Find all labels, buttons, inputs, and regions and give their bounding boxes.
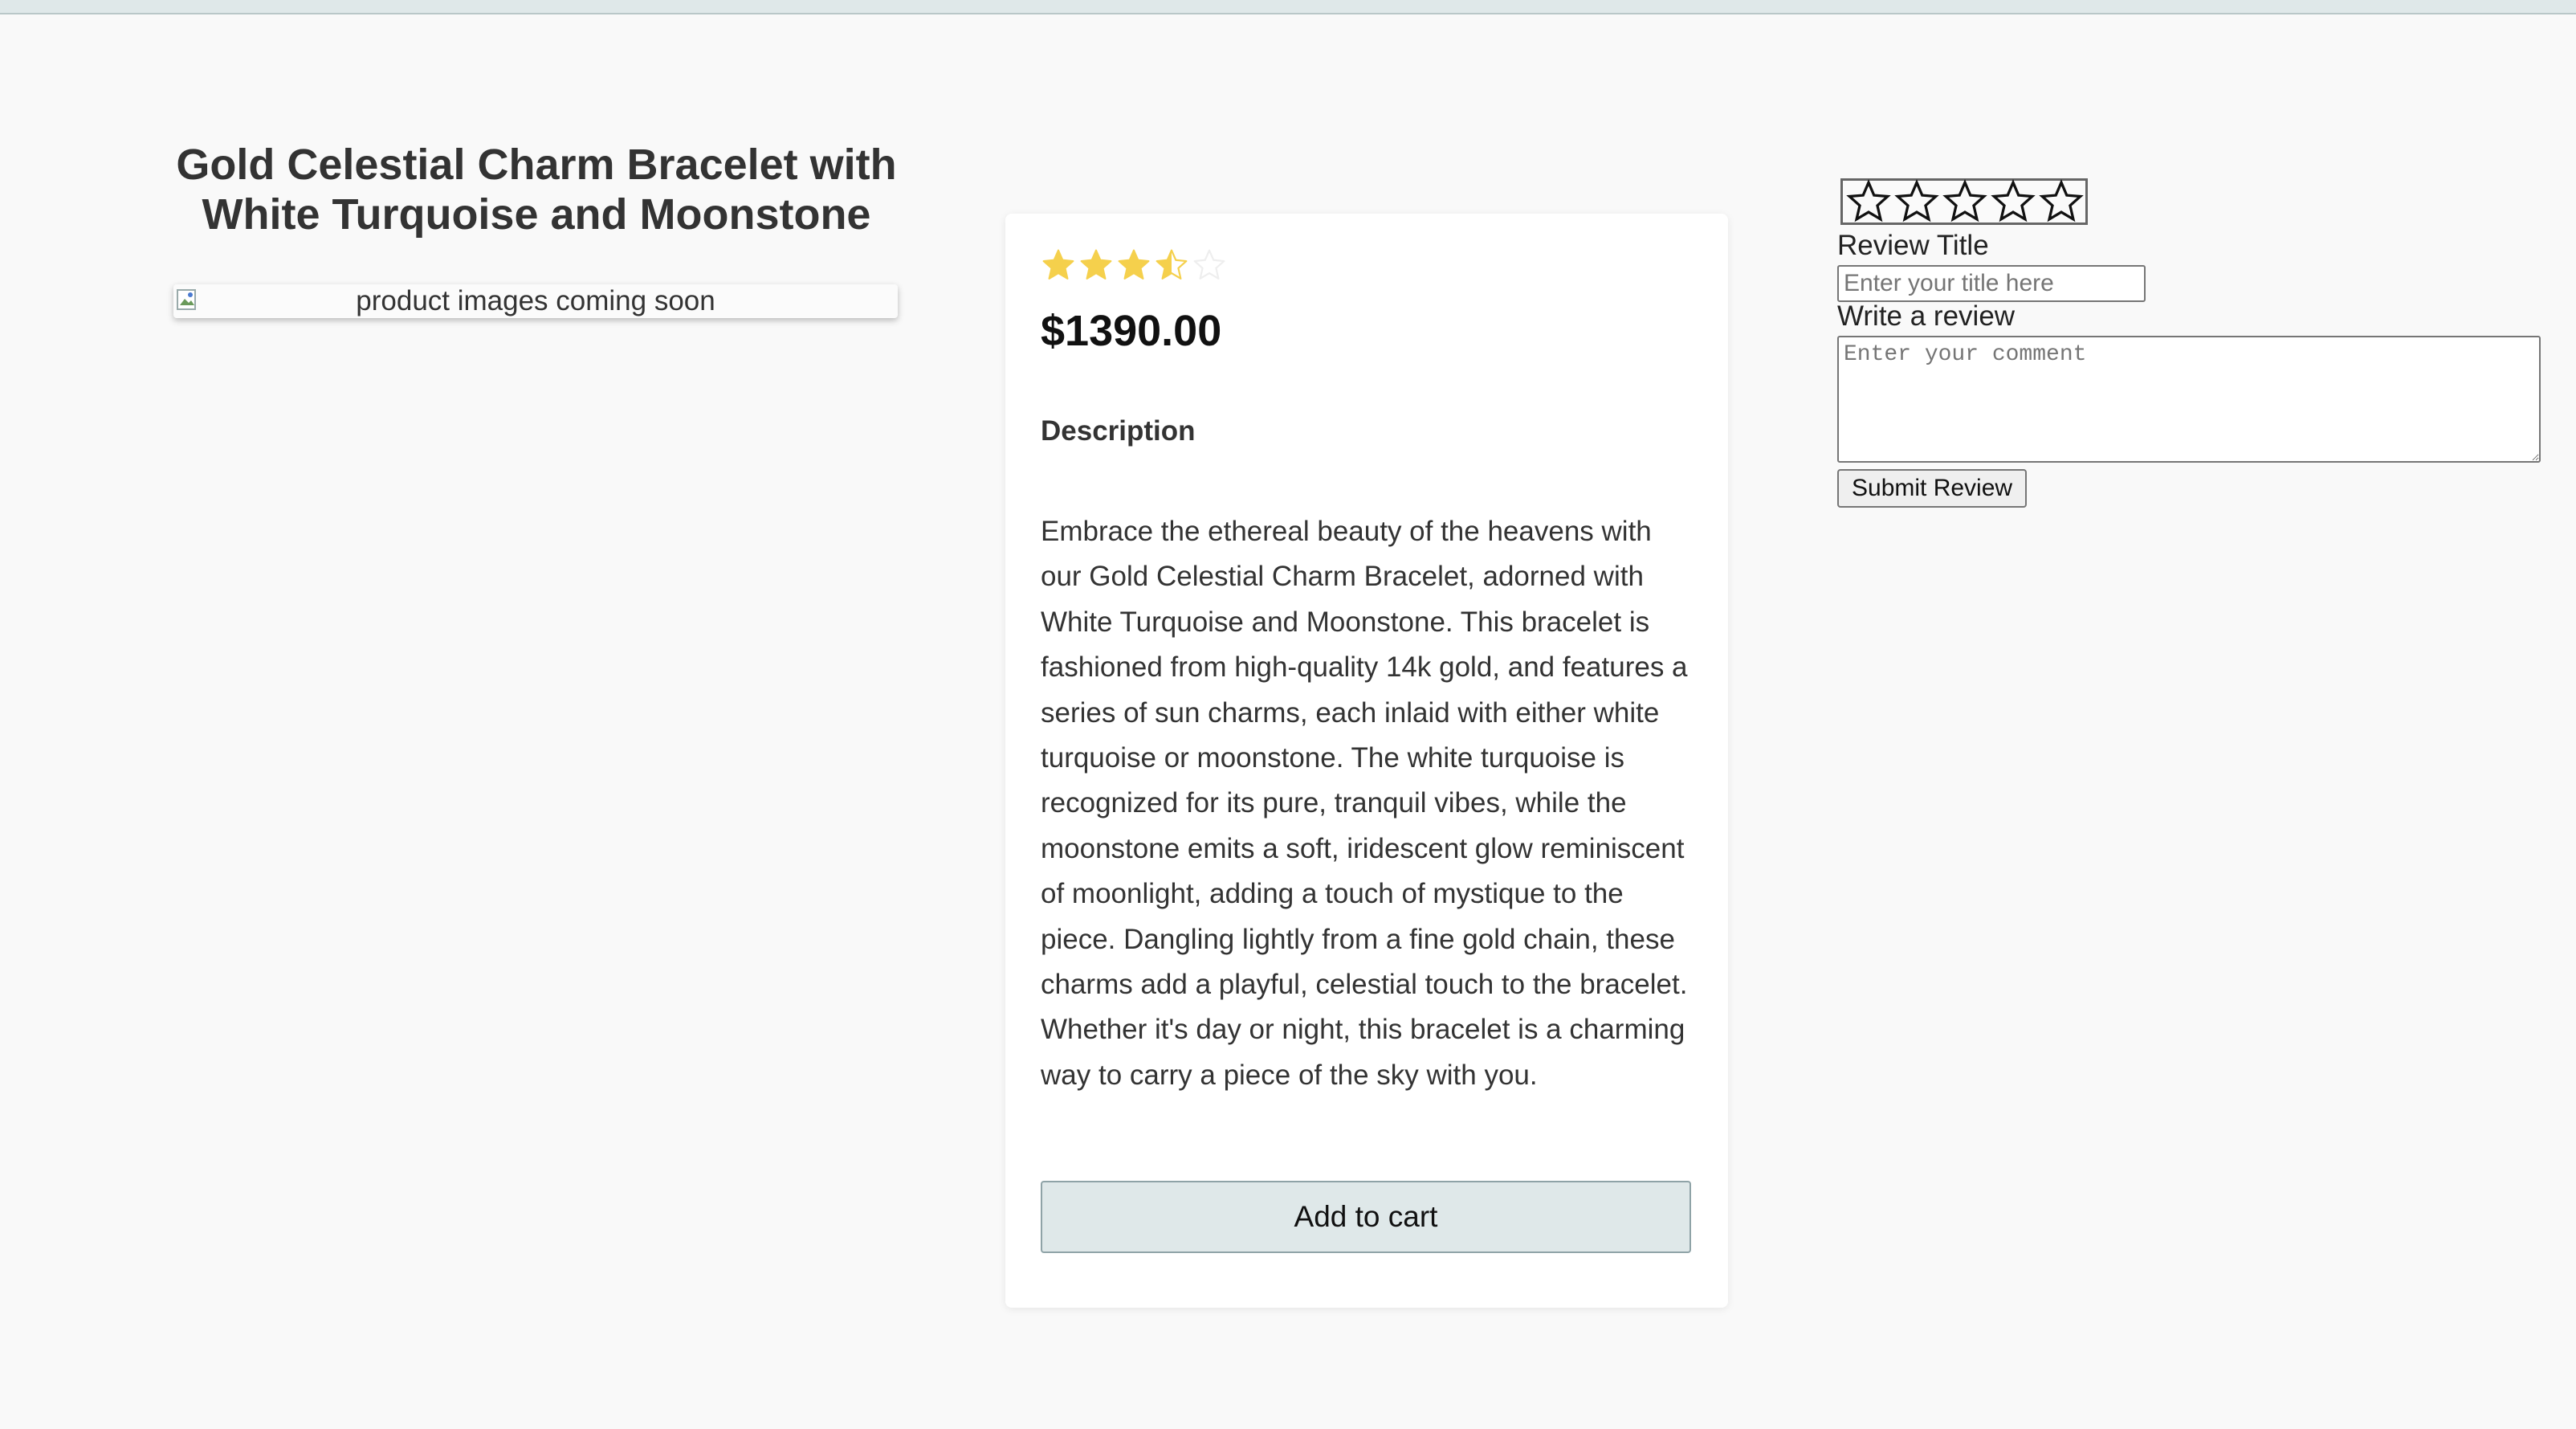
star-full-icon — [1080, 249, 1112, 280]
star-full-icon — [1118, 249, 1150, 280]
star-full-icon — [1042, 249, 1074, 280]
description-heading: Description — [1041, 415, 1196, 447]
rate-star-4[interactable] — [1989, 178, 2037, 225]
submit-review-button[interactable]: Submit Review — [1837, 469, 2028, 508]
star-outline-icon — [1846, 179, 1891, 223]
description-text: Embrace the ethereal beauty of the heave… — [1041, 516, 1688, 1091]
rate-star-5[interactable] — [2037, 178, 2085, 225]
rate-star-2[interactable] — [1893, 178, 1941, 225]
review-title-label: Review Title — [1837, 230, 1989, 261]
add-to-cart-button[interactable]: Add to cart — [1041, 1181, 1691, 1253]
product-price: $1390.00 — [1041, 307, 1222, 355]
product-image: product images coming soon — [173, 284, 898, 318]
review-comment-textarea[interactable] — [1837, 336, 2541, 463]
star-outline-icon — [1894, 179, 1939, 223]
product-title: Gold Celestial Charm Bracelet with White… — [176, 141, 897, 239]
star-rating-selector — [1840, 178, 2088, 225]
product-card: $1390.00 Description Embrace the etherea… — [1005, 214, 1728, 1308]
star-outline-icon — [2039, 179, 2084, 223]
write-review-label: Write a review — [1837, 300, 2016, 332]
rate-star-1[interactable] — [1844, 178, 1893, 225]
rating-stars — [1041, 247, 1227, 288]
star-half-icon — [1156, 249, 1188, 280]
rate-star-3[interactable] — [1941, 178, 1989, 225]
star-empty-icon — [1193, 249, 1225, 280]
review-title-input[interactable] — [1837, 265, 2146, 302]
star-outline-icon — [1942, 179, 1987, 223]
star-outline-icon — [1991, 179, 2036, 223]
image-alt-text: product images coming soon — [356, 285, 715, 316]
top-nav-bar — [0, 0, 2576, 14]
